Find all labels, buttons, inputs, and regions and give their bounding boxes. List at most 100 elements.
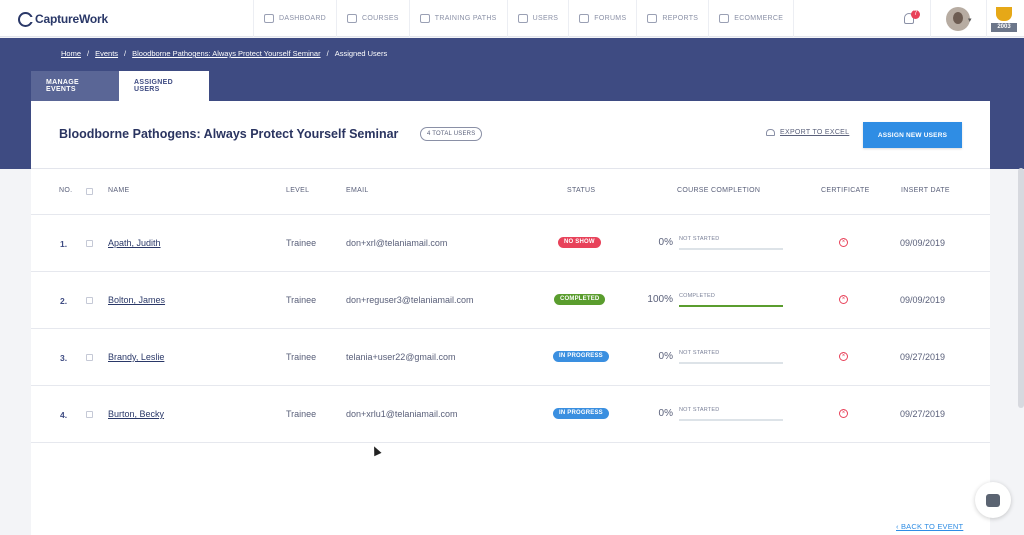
chevron-down-icon[interactable]: ▾ — [968, 16, 972, 24]
export-label: EXPORT TO EXCEL — [780, 129, 850, 136]
breadcrumb-sep: / — [326, 49, 329, 58]
completion-bar — [679, 305, 783, 307]
export-to-excel-link[interactable]: EXPORT TO EXCEL — [766, 129, 849, 136]
avatar[interactable] — [946, 7, 970, 31]
nav-label: TRAINING PATHS — [434, 15, 497, 22]
divider — [986, 0, 987, 37]
breadcrumb-sep: / — [87, 49, 90, 58]
no-certificate-icon: × — [839, 409, 848, 418]
trophy-year: 2003 — [991, 23, 1017, 32]
insert-date: 09/09/2019 — [900, 295, 946, 305]
training-paths-icon — [419, 14, 430, 23]
completion-percent: 0% — [658, 351, 673, 362]
row-checkbox[interactable] — [86, 297, 93, 304]
no-certificate-icon: × — [839, 238, 848, 247]
brand-logo[interactable]: CaptureWork — [18, 10, 108, 28]
ecommerce-icon — [719, 14, 730, 23]
page-title: Bloodborne Pathogens: Always Protect You… — [59, 127, 399, 141]
scrollbar[interactable] — [1018, 168, 1024, 408]
column-header-date: INSERT DATE — [901, 187, 950, 194]
row-checkbox[interactable] — [86, 411, 93, 418]
insert-date: 09/27/2019 — [900, 409, 946, 419]
top-navbar: CaptureWork DASHBOARD COURSES TRAINING P… — [0, 0, 1024, 37]
divider — [930, 0, 931, 37]
users-icon — [517, 14, 528, 23]
insert-date: 09/27/2019 — [900, 352, 946, 362]
breadcrumb-sep: / — [124, 49, 127, 58]
nav-courses[interactable]: COURSES — [336, 0, 409, 37]
row-number: 4. — [60, 410, 68, 420]
user-email: don+xrlu1@telaniamail.com — [346, 409, 458, 419]
select-all-checkbox[interactable] — [86, 188, 93, 195]
completion-percent: 0% — [658, 237, 673, 248]
user-level: Trainee — [286, 295, 317, 305]
column-header-email: EMAIL — [346, 187, 369, 194]
nav-reports[interactable]: REPORTS — [636, 0, 708, 37]
completion-bar — [679, 362, 783, 364]
breadcrumb-events[interactable]: Events — [95, 49, 118, 58]
row-checkbox[interactable] — [86, 240, 93, 247]
completion-label: NOT STARTED — [679, 350, 720, 356]
nav-forums[interactable]: FORUMS — [568, 0, 636, 37]
total-users-badge: 4 TOTAL USERS — [420, 127, 483, 141]
no-certificate-icon: × — [839, 295, 848, 304]
divider — [31, 168, 990, 169]
nav-ecommerce[interactable]: ECOMMERCE — [708, 0, 795, 37]
nav-label: DASHBOARD — [279, 15, 327, 22]
completion-label: NOT STARTED — [679, 236, 720, 242]
user-level: Trainee — [286, 409, 317, 419]
back-label: BACK TO EVENT — [900, 522, 964, 531]
nav-label: FORUMS — [594, 15, 627, 22]
user-email: telania+user22@gmail.com — [346, 352, 456, 362]
cloud-download-icon — [766, 129, 775, 136]
nav-dashboard[interactable]: DASHBOARD — [253, 0, 336, 37]
dashboard-icon — [264, 14, 274, 23]
completion-label: COMPLETED — [679, 293, 716, 299]
nav-label: COURSES — [362, 15, 399, 22]
tab-assigned-users[interactable]: ASSIGNED USERS — [119, 71, 209, 101]
chat-launcher-button[interactable] — [975, 482, 1011, 518]
trophy-icon[interactable] — [996, 7, 1012, 21]
completion-percent: 100% — [647, 294, 673, 305]
table-row: 3. Brandy, Leslie Trainee telania+user22… — [31, 329, 990, 386]
nav-label: USERS — [532, 15, 559, 22]
back-to-event-link[interactable]: ‹ BACK TO EVENT — [896, 522, 963, 531]
row-checkbox[interactable] — [86, 354, 93, 361]
user-email: don+reguser3@telaniamail.com — [346, 295, 474, 305]
column-header-name: NAME — [108, 187, 130, 194]
row-number: 2. — [60, 296, 68, 306]
completion-bar — [679, 419, 783, 421]
notification-badge: 7 — [911, 10, 920, 19]
completion-bar — [679, 248, 783, 250]
no-certificate-icon: × — [839, 352, 848, 361]
row-number: 3. — [60, 353, 68, 363]
user-name-link[interactable]: Bolton, James — [108, 295, 165, 305]
completion-bar-fill — [679, 305, 783, 307]
user-name-link[interactable]: Apath, Judith — [108, 238, 161, 248]
nav-label: REPORTS — [662, 15, 699, 22]
status-badge: IN PROGRESS — [553, 351, 609, 362]
breadcrumb-event[interactable]: Bloodborne Pathogens: Always Protect You… — [132, 49, 320, 58]
forums-icon — [579, 14, 590, 23]
breadcrumb: Home / Events / Bloodborne Pathogens: Al… — [61, 49, 387, 58]
nav-training-paths[interactable]: TRAINING PATHS — [408, 0, 507, 37]
user-name-link[interactable]: Burton, Becky — [108, 409, 164, 419]
table-row: 1. Apath, Judith Trainee don+xrl@telania… — [31, 215, 990, 272]
status-badge: IN PROGRESS — [553, 408, 609, 419]
assign-new-users-button[interactable]: ASSIGN NEW USERS — [863, 122, 962, 148]
user-email: don+xrl@telaniamail.com — [346, 238, 448, 248]
tab-manage-events[interactable]: MANAGE EVENTS — [31, 71, 119, 101]
chat-icon — [986, 493, 1000, 507]
reports-icon — [647, 14, 658, 23]
breadcrumb-home[interactable]: Home — [61, 49, 81, 58]
table-row: 4. Burton, Becky Trainee don+xrlu1@telan… — [31, 386, 990, 443]
user-name-link[interactable]: Brandy, Leslie — [108, 352, 164, 362]
breadcrumb-current: Assigned Users — [334, 49, 388, 58]
column-header-level: LEVEL — [286, 187, 310, 194]
column-header-no: NO. — [59, 187, 73, 194]
nav-users[interactable]: USERS — [506, 0, 569, 37]
logo-mark-icon — [18, 11, 34, 27]
row-number: 1. — [60, 239, 68, 249]
column-header-certificate: CERTIFICATE — [821, 187, 870, 194]
column-header-status: STATUS — [567, 187, 596, 194]
